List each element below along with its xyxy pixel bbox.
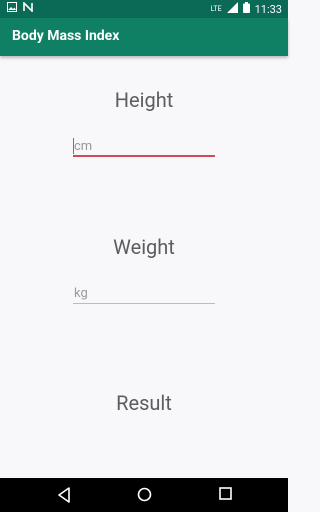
home-icon[interactable] bbox=[137, 487, 152, 502]
image-icon bbox=[7, 2, 17, 15]
height-input[interactable]: cm bbox=[73, 137, 215, 157]
weight-underline bbox=[73, 303, 215, 304]
navigation-bar bbox=[0, 478, 288, 512]
status-bar: LTE 11:33 bbox=[0, 0, 288, 18]
weight-input[interactable]: kg bbox=[73, 284, 215, 304]
recents-icon[interactable] bbox=[219, 487, 232, 500]
weight-placeholder: kg bbox=[74, 286, 88, 301]
height-label: Height bbox=[114, 88, 174, 112]
app-bar: Body Mass Index bbox=[0, 18, 288, 56]
height-underline bbox=[73, 155, 215, 157]
status-time: 11:33 bbox=[254, 2, 282, 16]
app-title: Body Mass Index bbox=[12, 28, 120, 44]
back-icon[interactable] bbox=[57, 487, 71, 503]
result-label: Result bbox=[116, 391, 172, 415]
signal-icon bbox=[226, 2, 238, 16]
network-label: LTE bbox=[210, 5, 222, 13]
height-placeholder: cm bbox=[74, 139, 93, 154]
notification-n-icon bbox=[23, 1, 33, 15]
battery-icon bbox=[242, 2, 250, 16]
weight-label: Weight bbox=[113, 235, 175, 259]
